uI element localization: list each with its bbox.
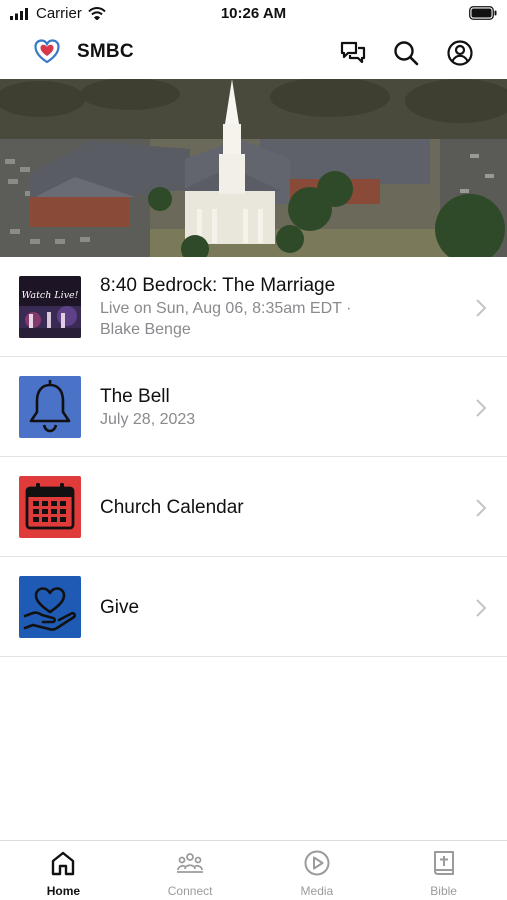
- hero-church-image: [0, 79, 507, 257]
- search-icon: [394, 41, 419, 66]
- tab-home[interactable]: Home: [0, 841, 127, 900]
- bell-thumbnail: [19, 376, 81, 438]
- watch-live-text: Watch Live!: [21, 290, 78, 301]
- smbc-logo-icon: [34, 39, 60, 64]
- tab-bible[interactable]: Bible: [380, 841, 507, 900]
- church-photo: [0, 79, 507, 257]
- list-item-texts: 8:40 Bedrock: The Marriage Live on Sun, …: [100, 257, 462, 357]
- tab-connect[interactable]: Connect: [127, 841, 254, 900]
- chevron-right-icon: [476, 299, 487, 317]
- group-icon: [177, 853, 204, 873]
- list-item-title: 8:40 Bedrock: The Marriage: [100, 275, 336, 296]
- list-item-texts: The Bell July 28, 2023: [100, 357, 462, 457]
- tab-label: Home: [46, 884, 81, 898]
- status-bar: Carrier 10:26 AM: [0, 0, 507, 28]
- home-icon: [52, 851, 75, 876]
- status-right: [469, 6, 497, 25]
- bible-icon: [433, 851, 454, 875]
- messages-button[interactable]: [338, 38, 368, 68]
- tab-label: Connect: [167, 884, 213, 898]
- chevron-right-icon: [476, 399, 487, 417]
- chevron-right-icon: [476, 599, 487, 617]
- tab-label: Bible: [430, 884, 457, 898]
- list-item-live-sermon[interactable]: Watch Live! 8:40 Bedrock: The Marriage L…: [0, 257, 507, 357]
- list-item-texts: Give: [100, 557, 462, 657]
- tab-label: Media: [300, 884, 334, 898]
- tab-media[interactable]: Media: [254, 841, 381, 900]
- battery-icon: [469, 6, 497, 20]
- search-button[interactable]: [391, 38, 421, 68]
- list-item-title: Church Calendar: [100, 496, 244, 518]
- heart-hand-icon: [23, 587, 77, 631]
- list-item-give[interactable]: Give: [0, 557, 507, 657]
- list-item-church-calendar[interactable]: Church Calendar: [0, 457, 507, 557]
- status-time: 10:26 AM: [220, 5, 287, 22]
- calendar-thumbnail: [19, 476, 81, 538]
- watch-live-image: Watch Live!: [19, 276, 81, 338]
- list-item-date: July 28, 2023: [100, 410, 196, 428]
- bottom-tab-bar: Home Connect Media Bible: [0, 840, 507, 900]
- content-list: Watch Live! 8:40 Bedrock: The Marriage L…: [0, 257, 507, 657]
- account-icon: [447, 40, 473, 66]
- top-nav: SMBC: [0, 28, 507, 78]
- list-item-subtitle: Live on Sun, Aug 06, 8:35am EDT ·: [100, 300, 352, 317]
- chevron-right-icon: [476, 499, 487, 517]
- list-item-the-bell[interactable]: The Bell July 28, 2023: [0, 357, 507, 457]
- list-item-title: The Bell: [100, 385, 170, 407]
- app-title: SMBC: [77, 41, 134, 62]
- watch-live-thumbnail: Watch Live!: [19, 276, 81, 338]
- messages-icon: [340, 41, 366, 64]
- calendar-icon: [25, 483, 75, 530]
- give-thumbnail: [19, 576, 81, 638]
- play-icon: [304, 850, 330, 876]
- list-item-speaker: Blake Benge: [100, 321, 191, 338]
- list-item-title: Give: [100, 596, 140, 618]
- list-item-texts: Church Calendar: [100, 457, 462, 557]
- account-button[interactable]: [445, 38, 475, 68]
- bell-icon: [29, 380, 71, 433]
